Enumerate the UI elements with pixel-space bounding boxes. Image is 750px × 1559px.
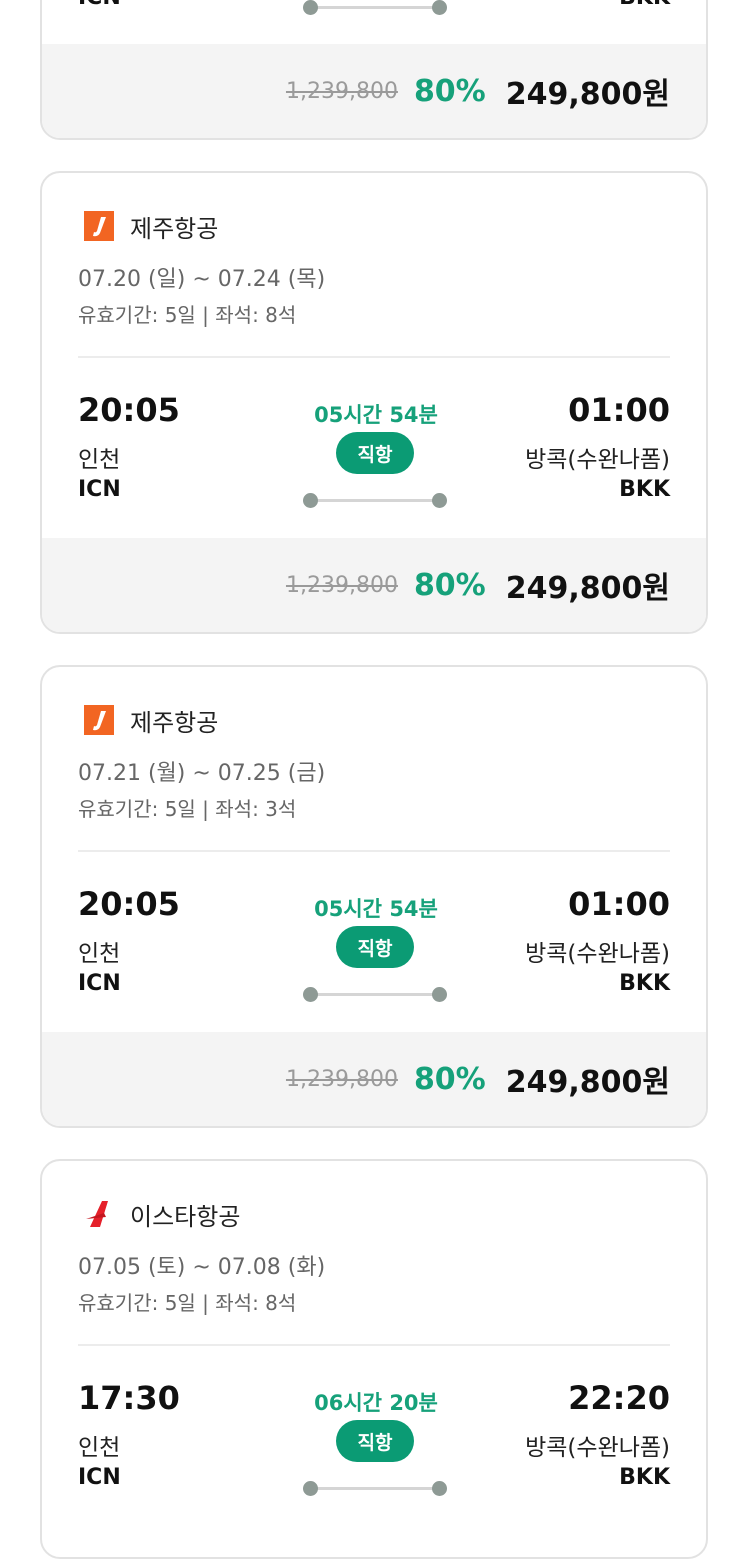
- discount-rate: 80%: [413, 1061, 486, 1097]
- arrival-code: BKK: [619, 1465, 670, 1490]
- departure-code: ICN: [78, 1465, 121, 1490]
- price-bar: 1,239,800 80% 249,800원: [42, 44, 706, 138]
- arrival-time: 22:20: [568, 1379, 670, 1417]
- eastar-jet-logo-icon: [84, 1199, 114, 1229]
- origin-dot: [303, 1481, 318, 1496]
- direct-flight-badge: 직항: [336, 926, 414, 968]
- validity-seats: 유효기간: 5일 | 좌석: 8석: [78, 1291, 297, 1315]
- airline-row: 이스타항공: [84, 1199, 241, 1231]
- jeju-air-logo-icon: [84, 211, 114, 241]
- arrival-city: 방콕(수완나폼): [525, 941, 670, 967]
- origin-dot: [303, 0, 318, 15]
- airline-name: 제주항공: [130, 708, 219, 737]
- validity-seats: 유효기간: 5일 | 좌석: 3석: [78, 797, 297, 821]
- flight-card[interactable]: 제주항공 07.21 (월) ~ 07.25 (금) 유효기간: 5일 | 좌석…: [40, 665, 708, 1128]
- original-price: 1,239,800: [285, 78, 398, 104]
- discount-rate: 80%: [413, 567, 486, 603]
- price-bar: 1,239,800 80% 249,800원: [42, 1032, 706, 1126]
- price-bar: 1,239,800 80% 249,800원: [42, 538, 706, 632]
- route-line: [303, 984, 447, 1004]
- direct-flight-badge: 직항: [336, 432, 414, 474]
- destination-dot: [432, 1481, 447, 1496]
- direct-flight-badge: 직항: [336, 1420, 414, 1462]
- route-line: [303, 490, 447, 510]
- arrival-time: 01:00: [568, 391, 670, 429]
- arrival-code: BKK: [619, 477, 670, 502]
- destination-dot: [432, 493, 447, 508]
- final-price: 249,800원: [505, 1065, 670, 1100]
- arrival-city: 방콕(수완나폼): [525, 1435, 670, 1461]
- destination-dot: [432, 987, 447, 1002]
- airline-row: 제주항공: [84, 705, 219, 737]
- route-line: [303, 1478, 447, 1498]
- final-price: 249,800원: [505, 77, 670, 112]
- arrival-code: BKK: [619, 0, 670, 10]
- divider: [78, 850, 670, 852]
- arrival-city: 방콕(수완나폼): [525, 447, 670, 473]
- travel-dates: 07.05 (토) ~ 07.08 (화): [78, 1255, 326, 1280]
- arrival-code: BKK: [619, 971, 670, 996]
- route-line: [303, 0, 447, 17]
- final-price: 249,800원: [505, 571, 670, 606]
- departure-city: 인천: [78, 1435, 121, 1461]
- validity-seats: 유효기간: 5일 | 좌석: 8석: [78, 303, 297, 327]
- flight-card[interactable]: ICN BKK 1,239,800 80% 249,800원: [40, 0, 708, 140]
- arrival-time: 01:00: [568, 885, 670, 923]
- airline-name: 이스타항공: [130, 1202, 241, 1231]
- discount-rate: 80%: [413, 73, 486, 109]
- departure-city: 인천: [78, 941, 121, 967]
- original-price: 1,239,800: [285, 572, 398, 598]
- departure-city: 인천: [78, 447, 121, 473]
- travel-dates: 07.20 (일) ~ 07.24 (목): [78, 267, 326, 292]
- jeju-air-logo-icon: [84, 705, 114, 735]
- original-price: 1,239,800: [285, 1066, 398, 1092]
- flight-card[interactable]: 이스타항공 07.05 (토) ~ 07.08 (화) 유효기간: 5일 | 좌…: [40, 1159, 708, 1559]
- airline-row: 제주항공: [84, 211, 219, 243]
- flight-card[interactable]: 제주항공 07.20 (일) ~ 07.24 (목) 유효기간: 5일 | 좌석…: [40, 171, 708, 634]
- travel-dates: 07.21 (월) ~ 07.25 (금): [78, 761, 326, 786]
- divider: [78, 356, 670, 358]
- departure-code: ICN: [78, 0, 121, 10]
- departure-code: ICN: [78, 971, 121, 996]
- origin-dot: [303, 987, 318, 1002]
- divider: [78, 1344, 670, 1346]
- destination-dot: [432, 0, 447, 15]
- origin-dot: [303, 493, 318, 508]
- departure-code: ICN: [78, 477, 121, 502]
- airline-name: 제주항공: [130, 214, 219, 243]
